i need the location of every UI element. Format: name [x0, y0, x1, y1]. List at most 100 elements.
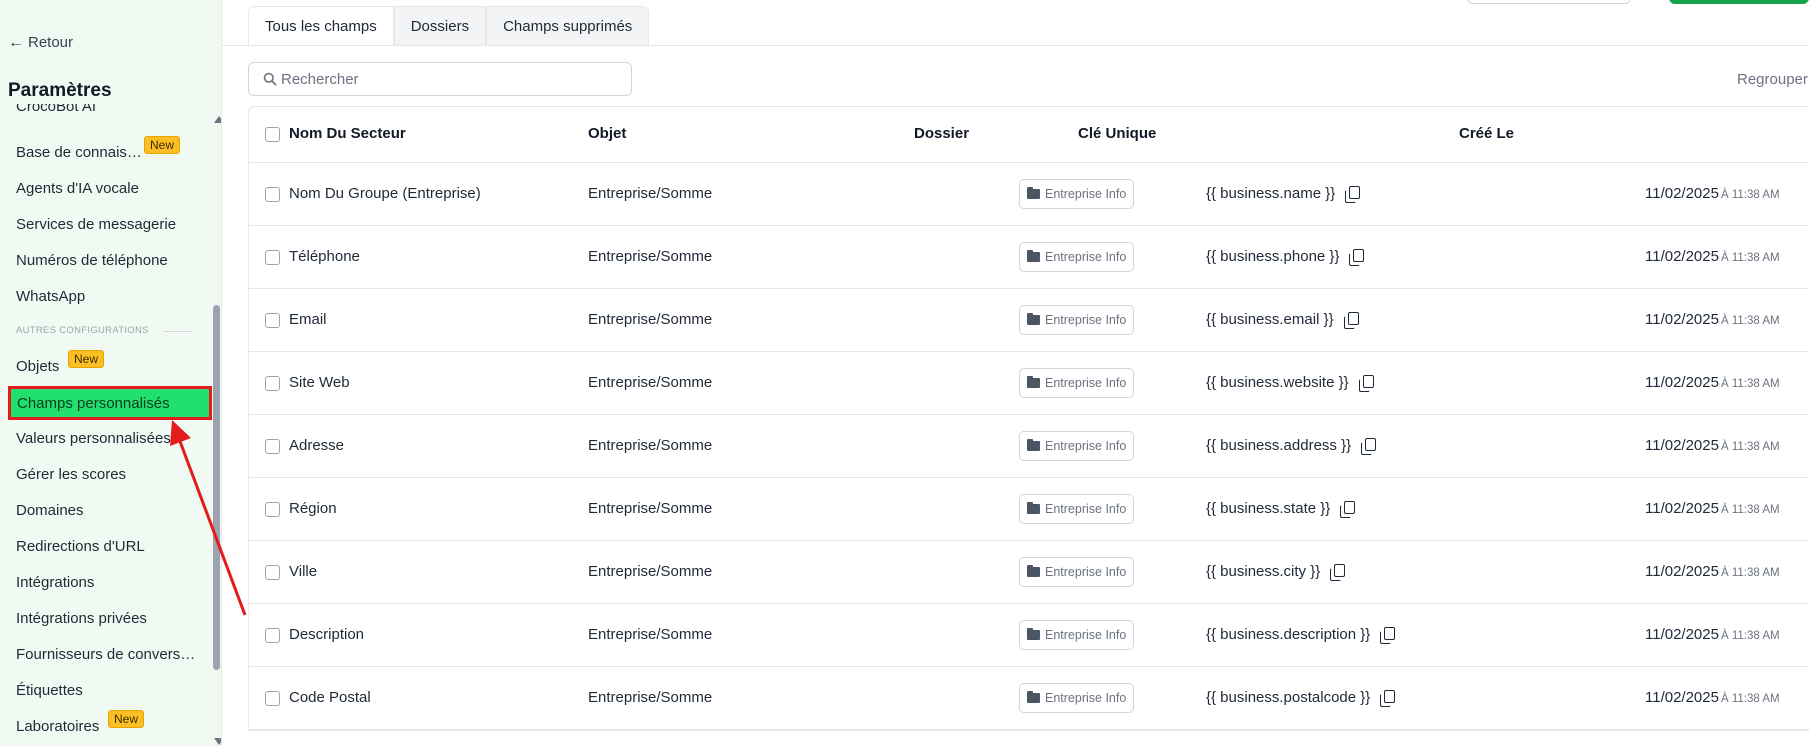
folder-icon	[1027, 187, 1040, 199]
table-row[interactable]: Téléphone Entreprise/Somme Entreprise Info…	[249, 226, 1809, 289]
folder-tag[interactable]: Entreprise Info	[1019, 242, 1135, 272]
sidebar-item-custom-values[interactable]: Valeurs personnalisées	[16, 430, 171, 447]
copy-icon[interactable]	[1358, 375, 1374, 392]
column-header-created[interactable]: Créé Le	[1459, 125, 1514, 142]
column-header-folder[interactable]: Dossier	[914, 125, 969, 142]
scroll-up-icon[interactable]	[214, 116, 221, 123]
folder-tag[interactable]: Entreprise Info	[1019, 557, 1135, 587]
folder-tag[interactable]: Entreprise Info	[1019, 368, 1135, 398]
sidebar-item-private-integrations[interactable]: Intégrations privées	[16, 610, 147, 627]
sidebar-item-knowledge-base[interactable]: Base de connais… New	[16, 136, 181, 161]
folder-tag[interactable]: Entreprise Info	[1019, 494, 1135, 524]
row-checkbox[interactable]	[265, 376, 280, 391]
row-checkbox[interactable]	[265, 502, 280, 517]
row-checkbox[interactable]	[265, 565, 280, 580]
select-all-checkbox[interactable]	[265, 127, 280, 142]
created-date-value: 11/02/2025	[1645, 563, 1719, 580]
search-icon	[263, 72, 277, 86]
sidebar-item-labels[interactable]: Étiquettes	[16, 682, 83, 699]
field-name[interactable]: Région	[289, 500, 337, 517]
field-object: Entreprise/Somme	[588, 500, 713, 517]
created-date: 11/02/2025 À 11:38 AM	[1645, 185, 1780, 203]
field-name[interactable]: Code Postal	[289, 689, 371, 706]
table-row[interactable]: Région Entreprise/Somme Entreprise Info {{ …	[249, 478, 1809, 541]
column-header-unique-key[interactable]: Clé Unique	[1078, 125, 1156, 142]
sidebar-item-manage-scores[interactable]: Gérer les scores	[16, 466, 126, 483]
folder-tag[interactable]: Entreprise Info	[1019, 431, 1135, 461]
table-row[interactable]: Code Postal Entreprise/Somme Entreprise In…	[249, 667, 1809, 730]
sidebar-item-url-redirects[interactable]: Redirections d'URL	[16, 538, 145, 555]
field-name[interactable]: Site Web	[289, 374, 350, 391]
field-name[interactable]: Email	[289, 311, 327, 328]
sidebar-item-objects[interactable]: Objets New	[16, 350, 105, 375]
folder-icon	[1027, 691, 1040, 703]
field-name[interactable]: Nom Du Groupe (Entreprise)	[289, 185, 481, 202]
copy-icon[interactable]	[1343, 312, 1359, 329]
unique-key-text: {{ business.description }}	[1206, 626, 1371, 643]
field-object: Entreprise/Somme	[588, 248, 713, 265]
created-time-value: À 11:38 AM	[1720, 567, 1780, 579]
scrollbar-thumb[interactable]	[213, 305, 220, 670]
sidebar-title: Paramètres	[8, 80, 112, 101]
sidebar-item-domains[interactable]: Domaines	[16, 502, 84, 519]
search-input[interactable]	[281, 70, 611, 88]
copy-icon[interactable]	[1380, 627, 1396, 644]
folder-tag[interactable]: Entreprise Info	[1019, 683, 1135, 713]
created-time-value: À 11:38 AM	[1720, 252, 1780, 264]
field-name[interactable]: Téléphone	[289, 248, 360, 265]
sidebar-item-labs[interactable]: Laboratoires New	[16, 710, 145, 735]
table-row[interactable]: Ville Entreprise/Somme Entreprise Info {{ b…	[249, 541, 1809, 604]
created-date: 11/02/2025 À 11:38 AM	[1645, 311, 1780, 329]
created-date-value: 11/02/2025	[1645, 185, 1719, 202]
tab-all-fields[interactable]: Tous les champs	[248, 6, 394, 46]
row-checkbox[interactable]	[265, 187, 280, 202]
folder-icon	[1027, 313, 1040, 325]
copy-icon[interactable]	[1349, 249, 1365, 266]
copy-icon[interactable]	[1380, 690, 1396, 707]
folder-tag[interactable]: Entreprise Info	[1019, 305, 1135, 335]
sidebar-item-phone-numbers[interactable]: Numéros de téléphone	[16, 252, 168, 269]
row-checkbox[interactable]	[265, 439, 280, 454]
created-date: 11/02/2025 À 11:38 AM	[1645, 626, 1780, 644]
sidebar-item-integrations[interactable]: Intégrations	[16, 574, 94, 591]
table-row[interactable]: Adresse Entreprise/Somme Entreprise Info {{…	[249, 415, 1809, 478]
sidebar-item-crocobot-ai[interactable]: CrocoBot AI	[16, 104, 96, 115]
table-row[interactable]: Description Entreprise/Somme Entreprise In…	[249, 604, 1809, 667]
copy-icon[interactable]	[1330, 564, 1346, 581]
tab-deleted-fields[interactable]: Champs supprimés	[486, 6, 650, 46]
row-checkbox[interactable]	[265, 691, 280, 706]
row-checkbox[interactable]	[265, 628, 280, 643]
top-secondary-button[interactable]	[1467, 0, 1631, 4]
sidebar-item-whatsapp[interactable]: WhatsApp	[16, 288, 85, 305]
created-date: 11/02/2025 À 11:38 AM	[1645, 437, 1780, 455]
column-header-name[interactable]: Nom Du Secteur	[289, 125, 406, 142]
sidebar-item-custom-fields[interactable]: Champs personnalisés	[8, 386, 212, 420]
copy-icon[interactable]	[1361, 438, 1377, 455]
row-checkbox[interactable]	[265, 250, 280, 265]
folder-tag[interactable]: Entreprise Info	[1019, 179, 1135, 209]
table-row[interactable]: Email Entreprise/Somme Entreprise Info {{ b…	[249, 289, 1809, 352]
folder-tag[interactable]: Entreprise Info	[1019, 620, 1135, 650]
sidebar-item-conversation-providers[interactable]: Fournisseurs de convers…	[16, 646, 195, 663]
back-label: Retour	[28, 34, 74, 51]
regroup-button[interactable]: Regrouper	[1737, 71, 1808, 88]
sidebar-item-label: Laboratoires	[16, 718, 100, 735]
top-primary-button[interactable]	[1669, 0, 1809, 4]
tab-folders[interactable]: Dossiers	[393, 6, 487, 46]
field-name[interactable]: Adresse	[289, 437, 344, 454]
field-name[interactable]: Ville	[289, 563, 317, 580]
table-row[interactable]: Nom Du Groupe (Entreprise) Entreprise/Som…	[249, 163, 1809, 226]
unique-key: {{ business.city }}	[1206, 563, 1346, 581]
column-header-object[interactable]: Objet	[588, 125, 626, 142]
table-row[interactable]: Site Web Entreprise/Somme Entreprise Info {…	[249, 352, 1809, 415]
field-name[interactable]: Description	[289, 626, 364, 643]
created-date-value: 11/02/2025	[1645, 626, 1719, 643]
scroll-down-icon[interactable]	[214, 738, 221, 745]
copy-icon[interactable]	[1345, 186, 1361, 203]
row-checkbox[interactable]	[265, 313, 280, 328]
sidebar-item-label: Services de messagerie	[16, 216, 177, 233]
back-link[interactable]: ← Retour	[8, 34, 73, 51]
sidebar-item-messaging-services[interactable]: Services de messagerie	[16, 216, 176, 233]
sidebar-item-voice-ai-agents[interactable]: Agents d'IA vocale	[16, 180, 139, 197]
copy-icon[interactable]	[1340, 501, 1356, 518]
